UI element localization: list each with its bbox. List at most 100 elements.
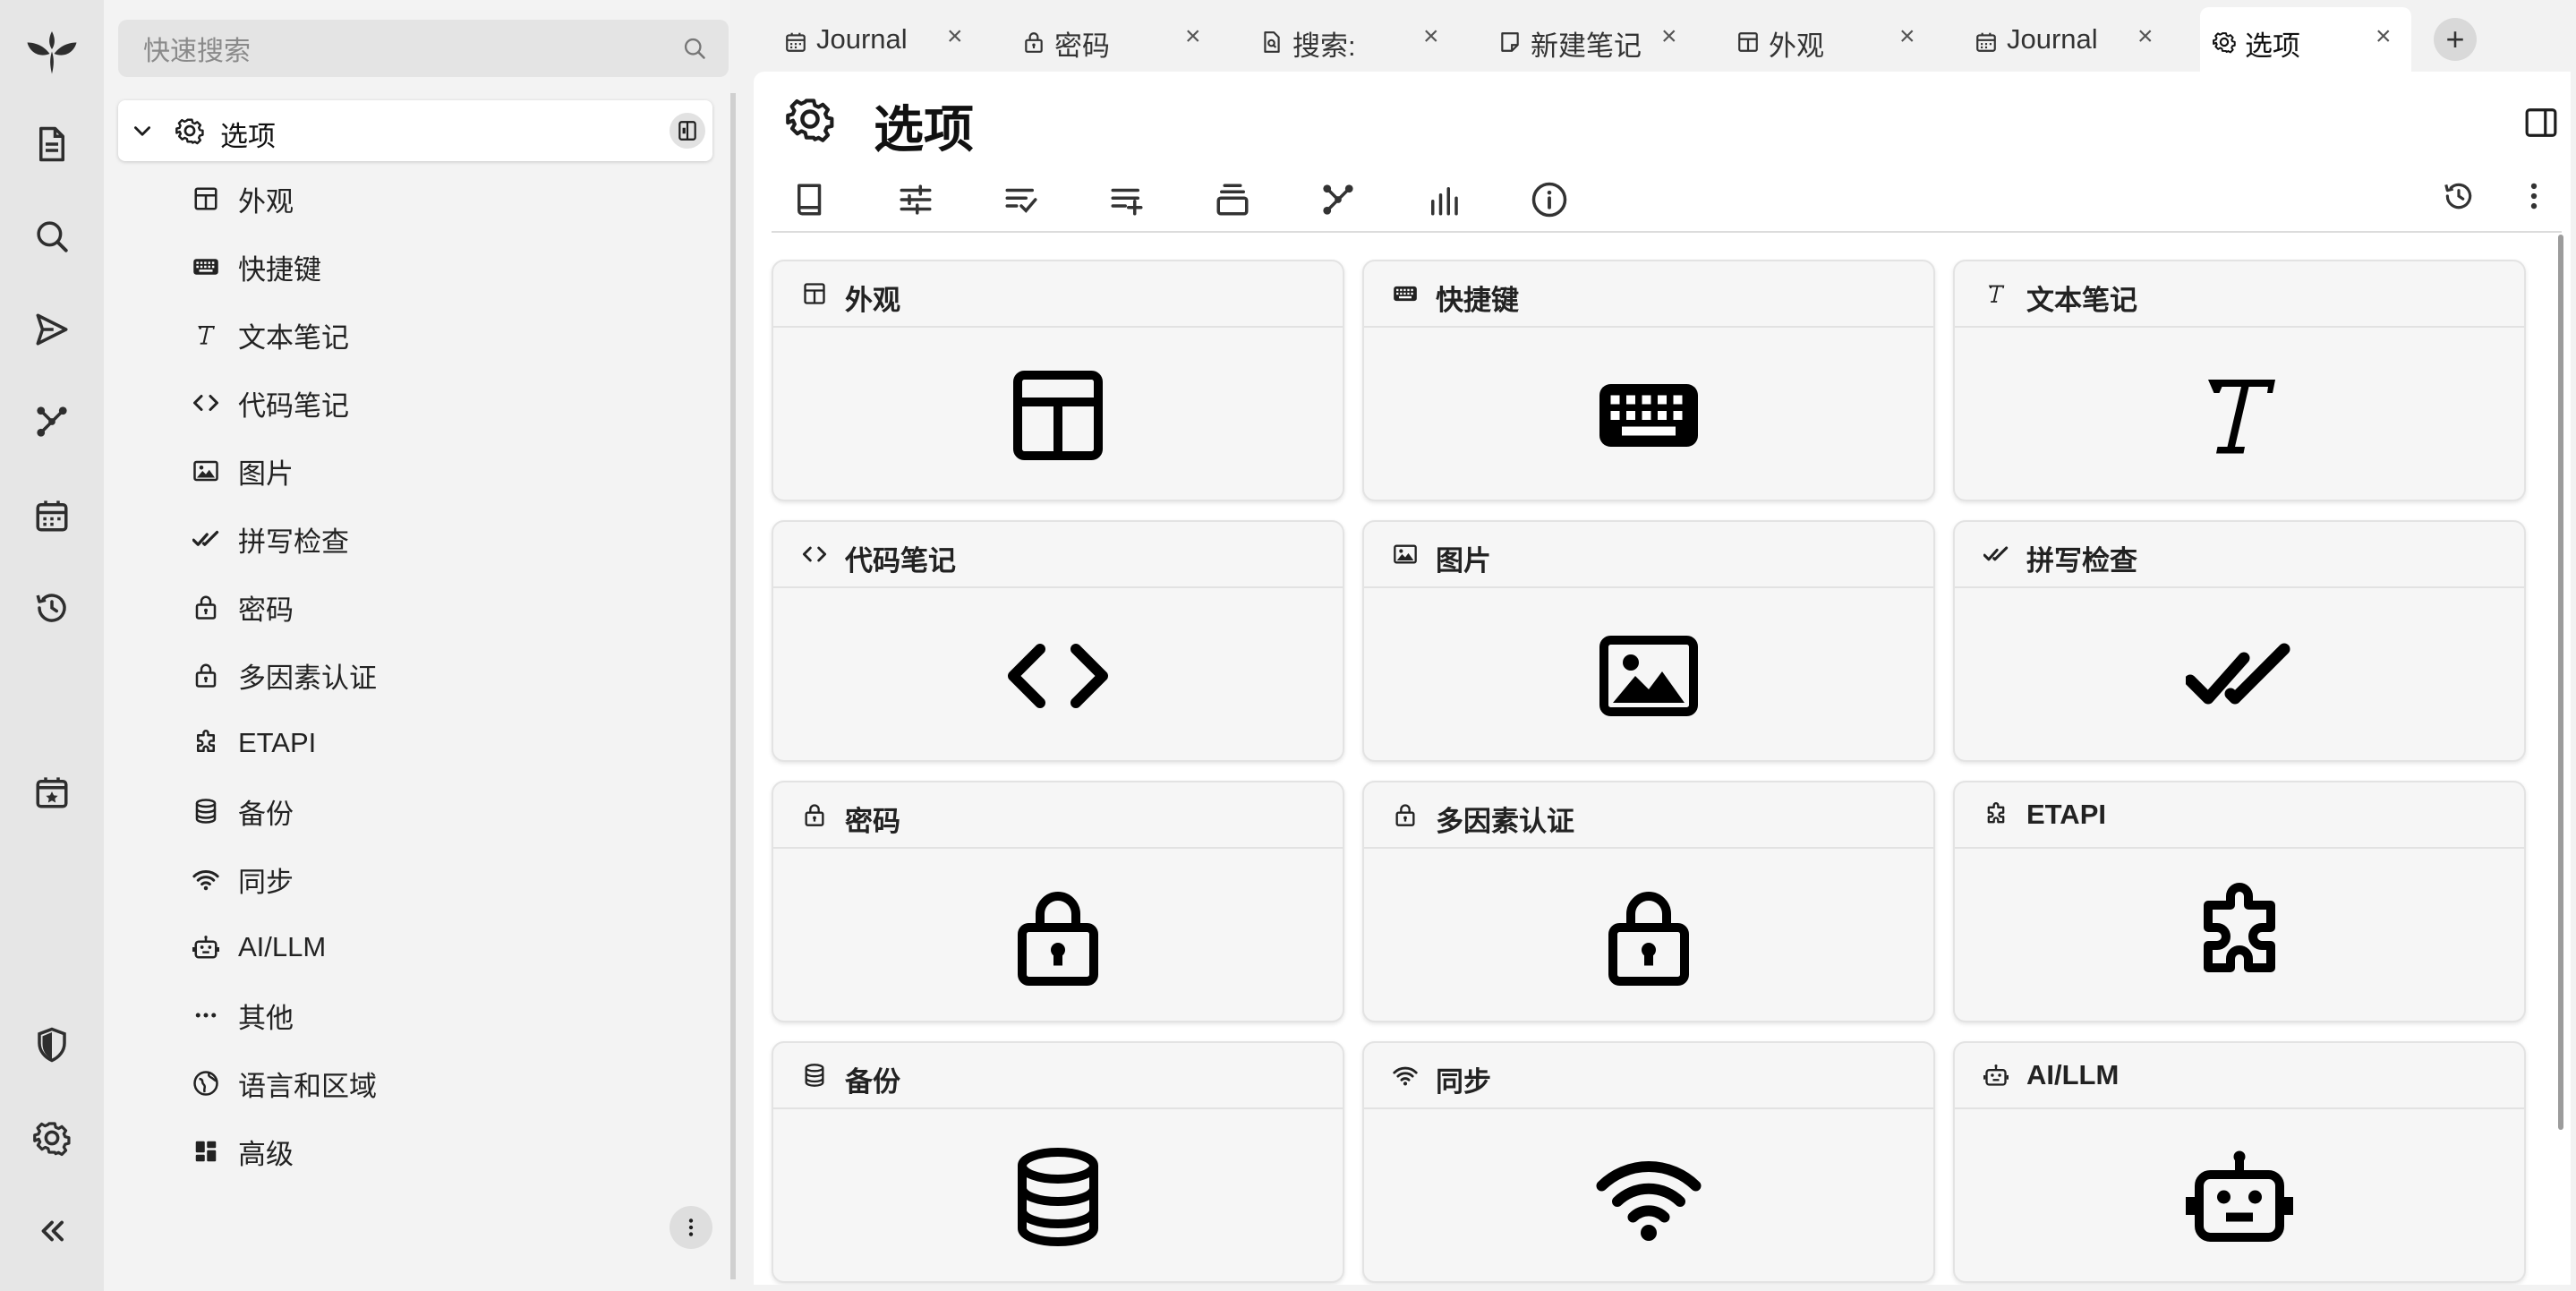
hoist-icon[interactable] xyxy=(670,113,705,149)
calendar-icon xyxy=(784,30,807,54)
send-icon[interactable] xyxy=(30,307,74,352)
note-title[interactable]: 选项 xyxy=(874,90,974,162)
image-icon xyxy=(1393,542,1418,567)
settings-icon[interactable] xyxy=(30,1116,74,1160)
tab-close-button[interactable]: × xyxy=(2137,21,2154,52)
wifi-icon xyxy=(1595,1143,1702,1251)
keyboard-icon xyxy=(192,252,220,281)
tab-label: Journal xyxy=(2007,23,2098,55)
tab-close-button[interactable]: × xyxy=(947,21,963,52)
tree-item[interactable]: ETAPI xyxy=(192,716,316,770)
tab-close-button[interactable]: × xyxy=(1423,21,1439,52)
search-placeholder: 快速搜索 xyxy=(143,37,251,66)
code-icon xyxy=(192,389,220,417)
tree-item[interactable]: 同步 xyxy=(192,852,294,906)
tab[interactable]: 外观 × xyxy=(1724,7,1948,72)
tree-item[interactable]: 外观 xyxy=(192,172,294,226)
option-card[interactable]: 备份 xyxy=(772,1041,1344,1283)
note-menu-icon[interactable] xyxy=(2512,174,2556,218)
option-card[interactable]: 快捷键 xyxy=(1362,260,1935,501)
tab[interactable]: Journal × xyxy=(1962,7,2186,72)
search-icon[interactable] xyxy=(682,36,707,61)
tab-close-button[interactable]: × xyxy=(1185,21,1201,52)
tab[interactable]: 密码 × xyxy=(1010,7,1233,72)
option-card[interactable]: 文本笔记 xyxy=(1953,260,2526,501)
option-card[interactable]: 多因素认证 xyxy=(1362,781,1935,1022)
card-body xyxy=(1364,1109,1933,1285)
card-header: 拼写检查 xyxy=(1955,522,2524,588)
note-history-icon[interactable] xyxy=(2436,174,2481,218)
more-icon[interactable] xyxy=(670,1206,712,1249)
tree-item[interactable]: 拼写检查 xyxy=(192,512,349,566)
list-check-icon[interactable] xyxy=(999,177,1044,222)
option-card[interactable]: AI/LLM xyxy=(1953,1041,2526,1283)
option-card[interactable]: 外观 xyxy=(772,260,1344,501)
card-body xyxy=(1955,328,2524,503)
search-icon[interactable] xyxy=(30,214,74,259)
tab[interactable]: 搜索: × xyxy=(1248,7,1471,72)
card-body xyxy=(1955,849,2524,1024)
card-title: 密码 xyxy=(845,806,900,837)
new-tab-button[interactable]: + xyxy=(2434,18,2477,61)
list-plus-icon[interactable] xyxy=(1105,177,1149,222)
lock-icon xyxy=(192,593,220,621)
new-note-icon[interactable] xyxy=(30,122,74,167)
book-icon[interactable] xyxy=(788,177,832,222)
tree-item[interactable]: 高级 xyxy=(192,1124,294,1178)
toggle-right-pane-icon[interactable] xyxy=(2524,106,2558,140)
database-icon xyxy=(1004,1143,1112,1251)
calendar-icon[interactable] xyxy=(30,493,74,538)
tree-item[interactable]: 文本笔记 xyxy=(192,308,349,362)
card-title: 快捷键 xyxy=(1436,285,1519,316)
tree-item[interactable]: 图片 xyxy=(192,444,294,498)
option-card[interactable]: 拼写检查 xyxy=(1953,520,2526,762)
option-card[interactable]: ETAPI xyxy=(1953,781,2526,1022)
graph-icon[interactable] xyxy=(1316,177,1361,222)
tab[interactable]: 新建笔记 × xyxy=(1486,7,1710,72)
tree-item[interactable]: 代码笔记 xyxy=(192,376,349,430)
tab[interactable]: 选项 × xyxy=(2200,7,2411,72)
tree-item[interactable]: 密码 xyxy=(192,580,294,634)
graph-icon[interactable] xyxy=(30,399,74,444)
card-body xyxy=(1364,849,1933,1024)
tab-close-button[interactable]: × xyxy=(2376,21,2392,52)
tree-item[interactable]: AI/LLM xyxy=(192,920,326,974)
tree-item[interactable]: 多因素认证 xyxy=(192,648,377,702)
sliders-icon[interactable] xyxy=(893,177,938,222)
app-logo-icon[interactable] xyxy=(25,31,79,76)
search-file-icon xyxy=(1260,30,1284,54)
lock-icon xyxy=(192,661,220,689)
bar-chart-icon[interactable] xyxy=(1421,177,1466,222)
tree-item-label: 快捷键 xyxy=(238,253,321,286)
info-icon[interactable] xyxy=(1527,177,1572,222)
collapse-icon[interactable] xyxy=(30,1209,74,1253)
tree-item-label: 拼写检查 xyxy=(238,526,349,558)
tab-close-button[interactable]: × xyxy=(1661,21,1677,52)
today-calendar-icon[interactable] xyxy=(30,770,74,815)
tree-item[interactable]: 快捷键 xyxy=(192,240,321,294)
note-detail: 选项 外观 快捷键 文本笔记代码笔记 图片 拼写检查密码 多因素认证 ETAPI 备份 同步 AI… xyxy=(754,72,2571,1285)
card-body xyxy=(1955,1109,2524,1285)
option-card[interactable]: 图片 xyxy=(1362,520,1935,762)
tab-label: 选项 xyxy=(2245,30,2300,62)
tree-root-options[interactable]: 选项 xyxy=(118,100,712,161)
option-card[interactable]: 代码笔记 xyxy=(772,520,1344,762)
search-input[interactable]: 快速搜索 xyxy=(118,20,729,77)
shield-icon[interactable] xyxy=(30,1022,74,1067)
panel-splitter[interactable] xyxy=(730,93,736,1279)
robot-icon xyxy=(2186,1143,2293,1251)
history-icon[interactable] xyxy=(30,586,74,630)
puzzle-icon xyxy=(1983,802,2009,827)
tree-item[interactable]: 语言和区域 xyxy=(192,1056,377,1110)
stack-icon[interactable] xyxy=(1210,177,1255,222)
option-card[interactable]: 密码 xyxy=(772,781,1344,1022)
option-card[interactable]: 同步 xyxy=(1362,1041,1935,1283)
scrollbar[interactable] xyxy=(2558,235,2563,1130)
chevron-down-icon[interactable] xyxy=(131,120,154,143)
tab[interactable]: Journal × xyxy=(772,7,995,72)
tree-item-label: 多因素认证 xyxy=(238,662,377,694)
tree-item[interactable]: 其他 xyxy=(192,988,294,1042)
tab-close-button[interactable]: × xyxy=(1899,21,1915,52)
card-body xyxy=(773,1109,1343,1285)
tree-item[interactable]: 备份 xyxy=(192,784,294,838)
